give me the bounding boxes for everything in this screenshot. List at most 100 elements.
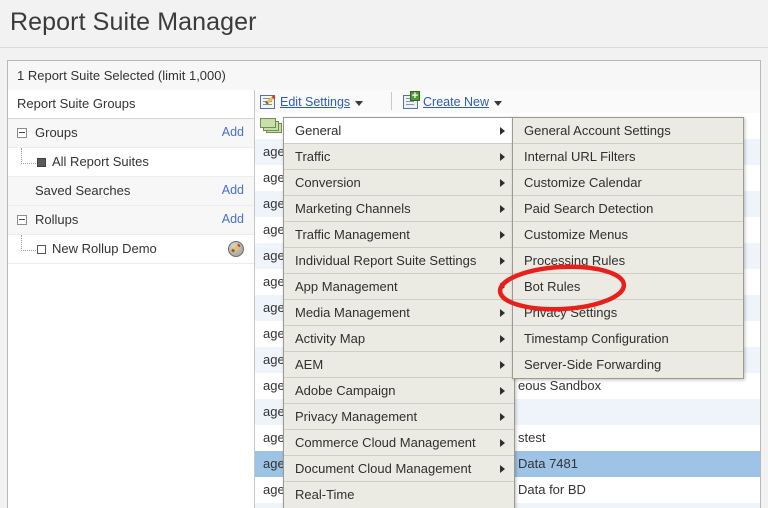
- menu-item-activity-map[interactable]: Activity Map: [284, 326, 514, 352]
- menu-item-app-management[interactable]: App Management: [284, 274, 514, 300]
- menu-item-label: App Management: [295, 279, 398, 294]
- row-suffix-label: eous Sandbox: [518, 378, 602, 393]
- menu-item-label: Privacy Settings: [524, 305, 618, 320]
- row-label: age: [263, 404, 285, 419]
- chevron-down-icon: [494, 101, 502, 106]
- empty-square-icon[interactable]: [37, 245, 46, 254]
- report-suite-manager-app: Report Suite Manager 1 Report Suite Sele…: [0, 0, 768, 508]
- sidebar-item-all-report-suites[interactable]: All Report Suites: [8, 148, 254, 177]
- sidebar: Report Suite Groups Groups Add All Repor…: [8, 90, 255, 508]
- submenu-arrow-icon: [500, 283, 505, 291]
- menu-item-bot-rules[interactable]: Bot Rules: [513, 274, 743, 300]
- menu-item-document-cloud-management[interactable]: Document Cloud Management: [284, 456, 514, 482]
- create-new-label: Create New: [423, 95, 489, 109]
- submenu-arrow-icon: [500, 335, 505, 343]
- menu-item-customize-calendar[interactable]: Customize Calendar: [513, 170, 743, 196]
- menu-item-traffic[interactable]: Traffic: [284, 144, 514, 170]
- menu-item-privacy-management[interactable]: Privacy Management: [284, 404, 514, 430]
- page-header: Report Suite Manager: [0, 0, 768, 48]
- edit-settings-menu[interactable]: General Traffic Conversion Marketing Cha…: [283, 117, 515, 508]
- menu-item-label: General: [295, 123, 342, 138]
- collapse-icon[interactable]: [17, 215, 27, 225]
- menu-item-conversion[interactable]: Conversion: [284, 170, 514, 196]
- menu-item-label: Processing Rules: [524, 253, 626, 268]
- menu-item-general-account-settings[interactable]: General Account Settings: [513, 118, 743, 144]
- selection-status-bar: 1 Report Suite Selected (limit 1,000): [7, 60, 761, 90]
- add-rollup-link[interactable]: Add: [222, 212, 244, 226]
- stacked-sheets-icon: [260, 118, 284, 134]
- sidebar-header: Report Suite Groups: [8, 90, 254, 119]
- menu-item-label: Customize Calendar: [524, 175, 642, 190]
- row-label: age: [263, 196, 285, 211]
- filled-square-icon: [37, 158, 46, 167]
- edit-pencil-icon[interactable]: [228, 241, 244, 257]
- submenu-arrow-icon: [500, 257, 505, 265]
- menu-item-media-management[interactable]: Media Management: [284, 300, 514, 326]
- menu-item-processing-rules[interactable]: Processing Rules: [513, 248, 743, 274]
- row-label: age: [263, 352, 285, 367]
- sidebar-item-saved-searches[interactable]: Saved Searches Add: [8, 177, 254, 206]
- submenu-arrow-icon: [500, 439, 505, 447]
- submenu-arrow-icon: [500, 413, 505, 421]
- menu-item-traffic-management[interactable]: Traffic Management: [284, 222, 514, 248]
- menu-item-label: Server-Side Forwarding: [524, 357, 662, 372]
- document-plus-icon: [403, 91, 420, 109]
- row-label: age: [263, 300, 285, 315]
- sidebar-item-rollups[interactable]: Rollups Add: [8, 206, 254, 235]
- row-label: age: [263, 326, 285, 341]
- menu-item-label: Traffic Management: [295, 227, 410, 242]
- submenu-arrow-icon: [500, 205, 505, 213]
- menu-item-marketing-channels[interactable]: Marketing Channels: [284, 196, 514, 222]
- menu-item-label: Bot Rules: [524, 279, 581, 294]
- submenu-arrow-icon: [500, 309, 505, 317]
- sidebar-header-label: Report Suite Groups: [17, 96, 136, 111]
- menu-item-adobe-campaign[interactable]: Adobe Campaign: [284, 378, 514, 404]
- row-label: age: [263, 274, 285, 289]
- submenu-arrow-icon: [500, 361, 505, 369]
- menu-item-label: Document Cloud Management: [295, 461, 472, 476]
- menu-item-individual-report-suite-settings[interactable]: Individual Report Suite Settings: [284, 248, 514, 274]
- menu-item-label: Activity Map: [295, 331, 366, 346]
- tree-connector-icon: [21, 235, 36, 251]
- row-label: age: [263, 456, 285, 471]
- menu-item-privacy-settings[interactable]: Privacy Settings: [513, 300, 743, 326]
- tree-connector-icon: [21, 148, 36, 164]
- row-label: age: [263, 222, 285, 237]
- menu-item-label: Paid Search Detection: [524, 201, 654, 216]
- document-pencil-icon: [260, 95, 275, 109]
- general-submenu[interactable]: General Account Settings Internal URL Fi…: [512, 117, 744, 379]
- menu-item-label: Privacy Management: [295, 409, 418, 424]
- menu-item-server-side-forwarding[interactable]: Server-Side Forwarding: [513, 352, 743, 378]
- menu-item-commerce-cloud-management[interactable]: Commerce Cloud Management: [284, 430, 514, 456]
- menu-item-label: Media Management: [295, 305, 410, 320]
- edit-settings-label: Edit Settings: [280, 95, 351, 109]
- create-new-button[interactable]: Create New: [403, 91, 502, 111]
- menu-item-general[interactable]: General: [284, 118, 514, 144]
- row-label: age: [263, 482, 285, 497]
- submenu-arrow-icon: [500, 465, 505, 473]
- menu-item-internal-url-filters[interactable]: Internal URL Filters: [513, 144, 743, 170]
- menu-item-label: General Account Settings: [524, 123, 671, 138]
- add-group-link[interactable]: Add: [222, 125, 244, 139]
- menu-item-label: Conversion: [295, 175, 361, 190]
- menu-item-aem[interactable]: AEM: [284, 352, 514, 378]
- collapse-icon[interactable]: [17, 128, 27, 138]
- sidebar-item-new-rollup-demo[interactable]: New Rollup Demo: [8, 235, 254, 264]
- sidebar-item-label[interactable]: All Report Suites: [52, 154, 149, 169]
- edit-settings-button[interactable]: Edit Settings: [260, 93, 364, 111]
- menu-item-label: Adobe Campaign: [295, 383, 396, 398]
- menu-item-real-time[interactable]: Real-Time: [284, 482, 514, 508]
- menu-item-label: Marketing Channels: [295, 201, 411, 216]
- sidebar-item-groups[interactable]: Groups Add: [8, 119, 254, 148]
- menu-item-label: Timestamp Configuration: [524, 331, 669, 346]
- row-label: age: [263, 430, 285, 445]
- sidebar-item-label: Saved Searches: [35, 183, 131, 198]
- menu-item-label: Customize Menus: [524, 227, 629, 242]
- menu-item-paid-search-detection[interactable]: Paid Search Detection: [513, 196, 743, 222]
- menu-item-customize-menus[interactable]: Customize Menus: [513, 222, 743, 248]
- menu-item-label: Commerce Cloud Management: [295, 435, 476, 450]
- menu-item-timestamp-configuration[interactable]: Timestamp Configuration: [513, 326, 743, 352]
- submenu-arrow-icon: [500, 231, 505, 239]
- add-saved-search-link[interactable]: Add: [222, 183, 244, 197]
- menu-item-label: Real-Time: [295, 487, 355, 502]
